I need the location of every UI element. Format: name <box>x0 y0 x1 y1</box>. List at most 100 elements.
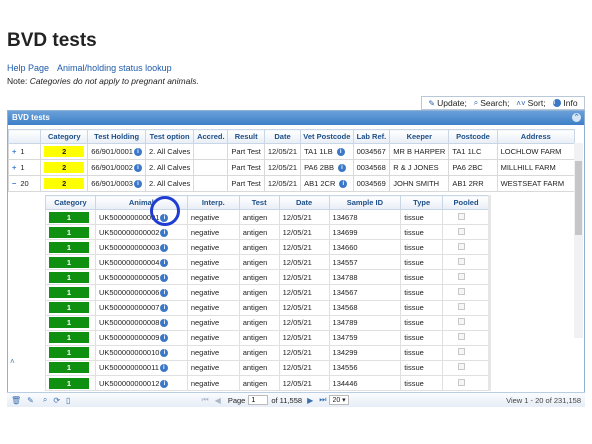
scroll-thumb[interactable] <box>575 161 582 235</box>
sample-cell: 134699 <box>328 224 402 241</box>
info-icon[interactable]: i <box>160 273 169 282</box>
info-icon[interactable]: i <box>160 258 169 267</box>
collapse-subgrid-icon[interactable]: ˄ <box>10 357 15 366</box>
list-item[interactable]: 1 UK500000000012 i negative antigen 12/05/21 1… <box>45 375 490 392</box>
collapse-icon[interactable]: ⌃ <box>572 113 581 122</box>
info-icon[interactable]: i <box>160 228 169 237</box>
info-icon[interactable]: i <box>160 289 169 298</box>
list-item[interactable]: 1 UK500000000008 i negative antigen 12/05/21 1… <box>45 314 490 331</box>
pooled-checkbox[interactable] <box>458 212 466 220</box>
pooled-checkbox[interactable] <box>458 348 466 356</box>
info-button[interactable]: i Info <box>552 98 578 108</box>
list-item[interactable]: 1 UK500000000005 i negative antigen 12/05/21 1… <box>45 269 490 286</box>
pooled-checkbox[interactable] <box>458 333 466 341</box>
info-icon[interactable]: i <box>160 319 169 328</box>
pooled-checkbox[interactable] <box>458 378 466 386</box>
search-icon[interactable]: ⌕ <box>43 395 47 405</box>
help-page-link[interactable]: Help Page <box>7 63 49 73</box>
list-item[interactable]: 1 UK500000000006 i negative antigen 12/05/21 1… <box>45 284 490 301</box>
sub-column-header-3[interactable]: Test <box>238 195 280 210</box>
interp-cell: negative <box>186 375 240 392</box>
column-header-6[interactable]: Vet Postcode <box>300 129 354 144</box>
column-header-10[interactable]: Address <box>496 129 576 144</box>
sub-column-header-4[interactable]: Date <box>278 195 330 210</box>
pooled-checkbox[interactable] <box>458 363 466 371</box>
info-icon[interactable]: i <box>160 379 169 388</box>
info-icon[interactable]: i <box>337 164 346 172</box>
list-item[interactable]: 1 UK500000000004 i negative antigen 12/05/21 1… <box>45 254 490 271</box>
view-range: View 1 - 20 of 231,158 <box>506 395 581 405</box>
first-page-icon[interactable]: ⏮ <box>201 395 208 405</box>
list-item[interactable]: 1 UK500000000009 i negative antigen 12/05/21 1… <box>45 329 490 346</box>
edit-icon[interactable]: ✎ <box>27 396 34 405</box>
grid-toolbar: ✎ Update; ⌕ Search; ˄˅ Sort; i Info <box>421 96 585 110</box>
sub-column-header-7[interactable]: Pooled <box>442 195 490 210</box>
column-header-4[interactable]: Result <box>227 129 265 144</box>
info-icon[interactable]: i <box>336 148 345 156</box>
export-icon[interactable]: ▯ <box>66 396 70 405</box>
status-lookup-link[interactable]: Animal/holding status lookup <box>57 63 172 73</box>
interp-cell: negative <box>186 314 240 331</box>
refresh-icon[interactable]: ⟳ <box>53 396 60 405</box>
list-item[interactable]: 1 UK500000000007 i negative antigen 12/05/21 1… <box>45 299 490 316</box>
search-button[interactable]: ⌕ Search; <box>474 98 510 108</box>
row-expander[interactable]: −20 <box>7 175 42 192</box>
subgrid-scrollbar[interactable] <box>488 195 491 391</box>
expander-icon[interactable]: + <box>12 163 16 172</box>
sort-button[interactable]: ˄˅ Sort; <box>516 98 545 108</box>
info-icon[interactable]: i <box>133 180 142 188</box>
update-button[interactable]: ✎ Update; <box>428 98 466 108</box>
info-icon[interactable]: i <box>159 364 168 373</box>
category-badge: 1 <box>49 347 89 359</box>
sub-column-header-0[interactable]: Category <box>45 195 96 210</box>
list-item[interactable]: 1 UK500000000011 i negative antigen 12/05/21 1… <box>45 359 490 377</box>
list-item[interactable]: 1 UK500000000010 i negative antigen 12/05/21 1… <box>45 344 490 361</box>
column-header-1[interactable]: Test Holding <box>87 129 146 144</box>
row-expander[interactable]: +1 <box>7 159 42 176</box>
info-icon[interactable]: i <box>160 334 169 343</box>
info-icon[interactable]: i <box>133 148 142 156</box>
date-cell: 12/05/21 <box>263 143 302 160</box>
pooled-checkbox[interactable] <box>458 288 466 296</box>
date-cell: 12/05/21 <box>278 284 330 301</box>
column-header-3[interactable]: Accred. <box>193 129 229 144</box>
expander-icon[interactable]: + <box>12 147 16 156</box>
row-expander[interactable]: +1 <box>7 143 42 160</box>
trash-icon[interactable]: 🗑 <box>11 396 21 405</box>
column-header-5[interactable]: Date <box>263 129 302 144</box>
column-header-9[interactable]: Postcode <box>448 129 498 144</box>
sub-column-header-6[interactable]: Type <box>400 195 444 210</box>
column-header-8[interactable]: Keeper <box>389 129 450 144</box>
prev-page-icon[interactable]: ◀ <box>215 396 221 405</box>
main-scrollbar[interactable] <box>574 143 583 338</box>
page-input[interactable] <box>248 395 269 405</box>
column-header-0[interactable]: Category <box>40 129 89 144</box>
pooled-checkbox[interactable] <box>458 303 466 311</box>
keeper-cell: JOHN SMITH <box>389 175 450 192</box>
expander-icon[interactable]: − <box>12 179 16 188</box>
info-icon[interactable]: i <box>133 164 142 172</box>
info-icon[interactable]: i <box>160 304 169 313</box>
last-page-icon[interactable]: ⏭ <box>319 395 326 405</box>
table-row[interactable]: −20 2 66/901/0003 i 2. All Calves Part Test 12… <box>7 175 576 192</box>
list-item[interactable]: 1 UK500000000002 i negative antigen 12/05/21 1… <box>45 224 490 241</box>
table-row[interactable]: +1 2 66/901/0002 i 2. All Calves Part Test 12/… <box>7 159 576 176</box>
list-item[interactable]: 1 UK500000000001 i negative antigen 12/05/21 1… <box>45 208 490 226</box>
column-header-2[interactable]: Test option <box>144 129 195 144</box>
rows-per-page-select[interactable]: 20 ▾ <box>329 395 349 405</box>
table-row[interactable]: +1 2 66/901/0001 i 2. All Calves Part Test 12/… <box>7 143 576 160</box>
list-item[interactable]: 1 UK500000000003 i negative antigen 12/05/21 1… <box>45 239 490 256</box>
pooled-checkbox[interactable] <box>458 242 466 250</box>
pooled-checkbox[interactable] <box>458 272 466 280</box>
next-page-icon[interactable]: ▶ <box>307 396 313 405</box>
column-header-7[interactable]: Lab Ref. <box>352 129 391 144</box>
pooled-checkbox[interactable] <box>458 318 466 326</box>
pooled-checkbox[interactable] <box>458 257 466 265</box>
info-icon[interactable]: i <box>160 349 169 358</box>
info-icon[interactable]: i <box>160 243 169 252</box>
info-icon[interactable]: i <box>339 180 348 188</box>
sub-column-header-5[interactable]: Sample ID <box>328 195 402 210</box>
sub-column-header-2[interactable]: Interp. <box>186 195 240 210</box>
pooled-checkbox[interactable] <box>458 227 466 235</box>
sample-cell: 134567 <box>328 284 402 301</box>
